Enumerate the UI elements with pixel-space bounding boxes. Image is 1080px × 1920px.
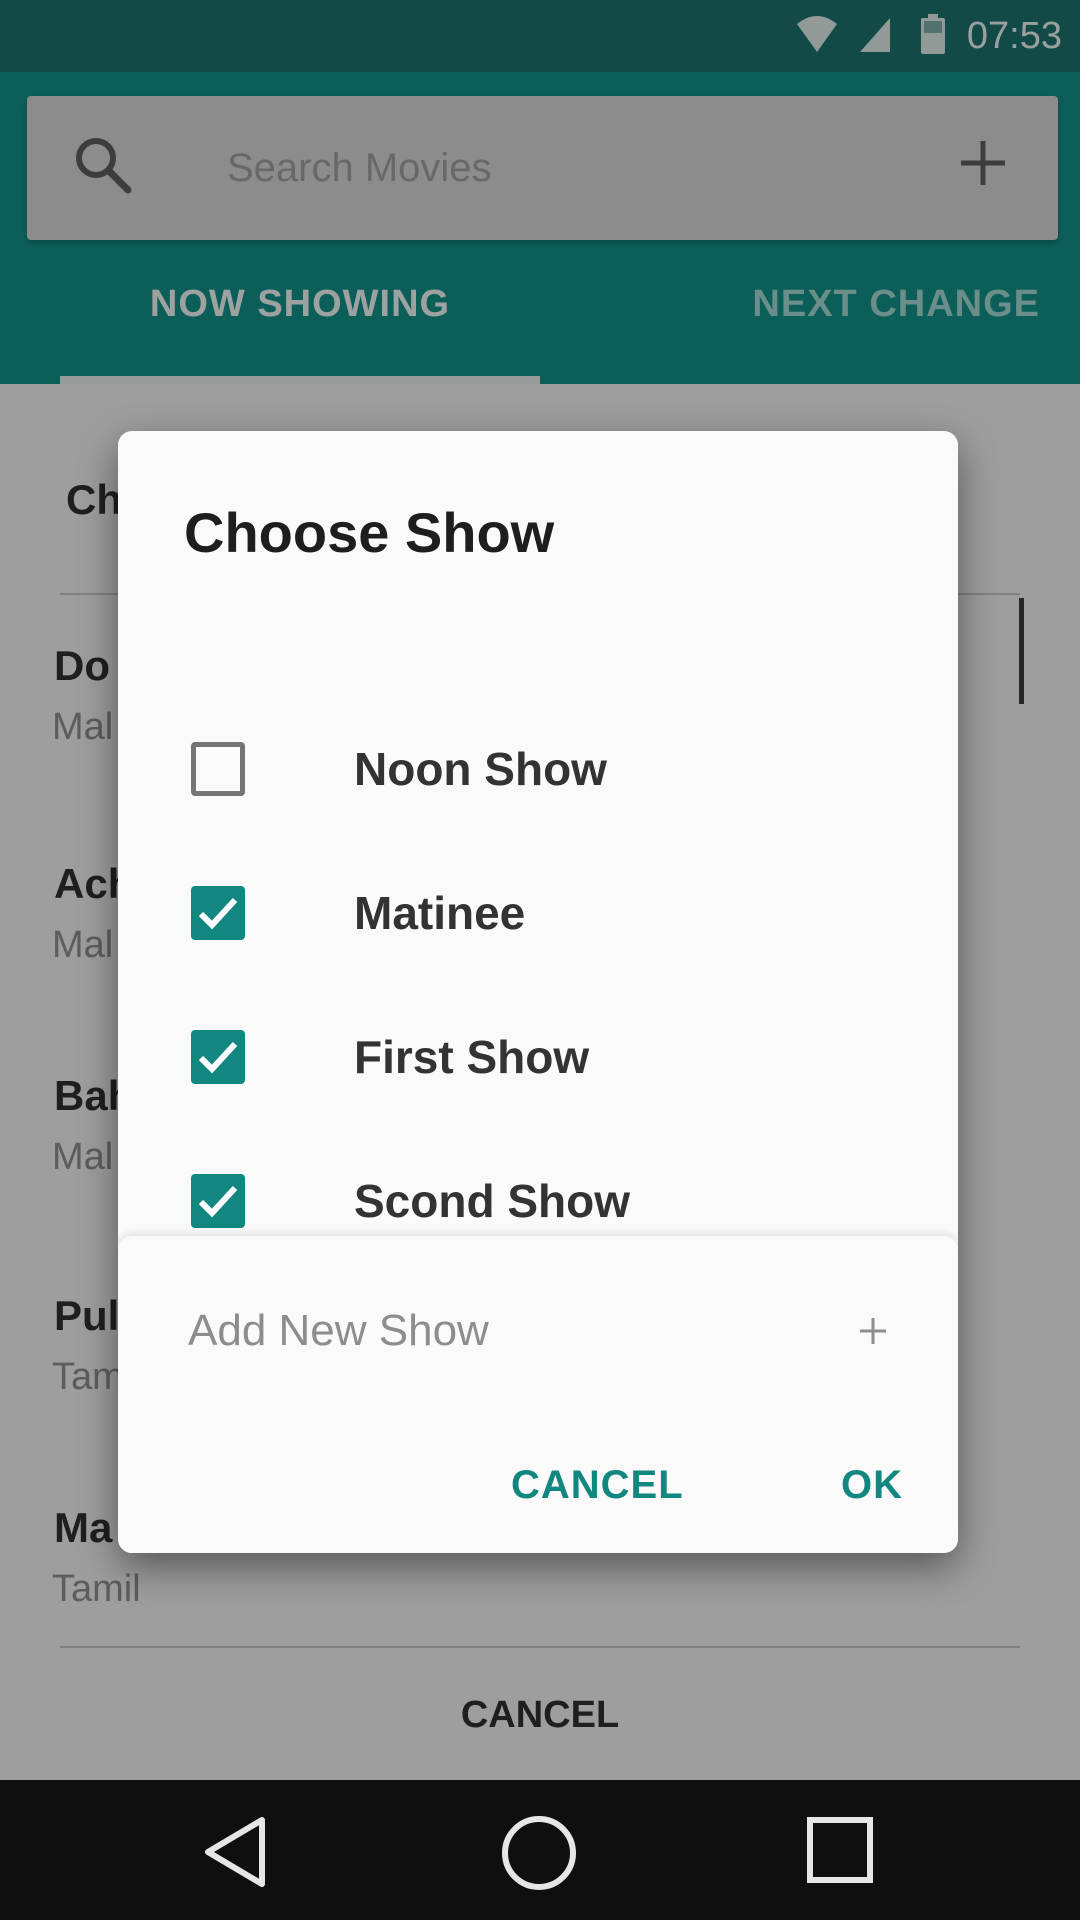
dialog-title: Choose Show [184,501,555,564]
plus-icon[interactable] [858,1316,888,1351]
option-label: Matinee [354,887,526,939]
checkbox-unchecked[interactable] [191,742,245,796]
back-icon[interactable] [200,1814,270,1895]
option-label: Scond Show [354,1175,630,1227]
screen: 07:53 Search Movies NOW SHOWING NEXT CHA… [0,0,1080,1920]
home-icon[interactable] [500,1814,578,1897]
checkbox-checked[interactable] [191,886,245,940]
option-first-show[interactable]: First Show [118,1001,958,1111]
cancel-button[interactable]: CANCEL [511,1462,684,1508]
checkbox-checked[interactable] [191,1174,245,1228]
ok-button[interactable]: OK [841,1462,903,1508]
choose-show-dialog: Choose Show Noon Show Matinee First Show… [118,431,958,1553]
add-show-panel: Add New Show CANCEL OK [118,1236,958,1553]
recents-icon[interactable] [806,1814,874,1891]
option-label: First Show [354,1031,590,1083]
option-matinee[interactable]: Matinee [118,857,958,967]
add-new-show-input[interactable]: Add New Show [188,1306,489,1356]
navigation-bar [0,1780,1080,1920]
option-noon-show[interactable]: Noon Show [118,713,958,823]
checkbox-checked[interactable] [191,1030,245,1084]
option-label: Noon Show [354,743,607,795]
